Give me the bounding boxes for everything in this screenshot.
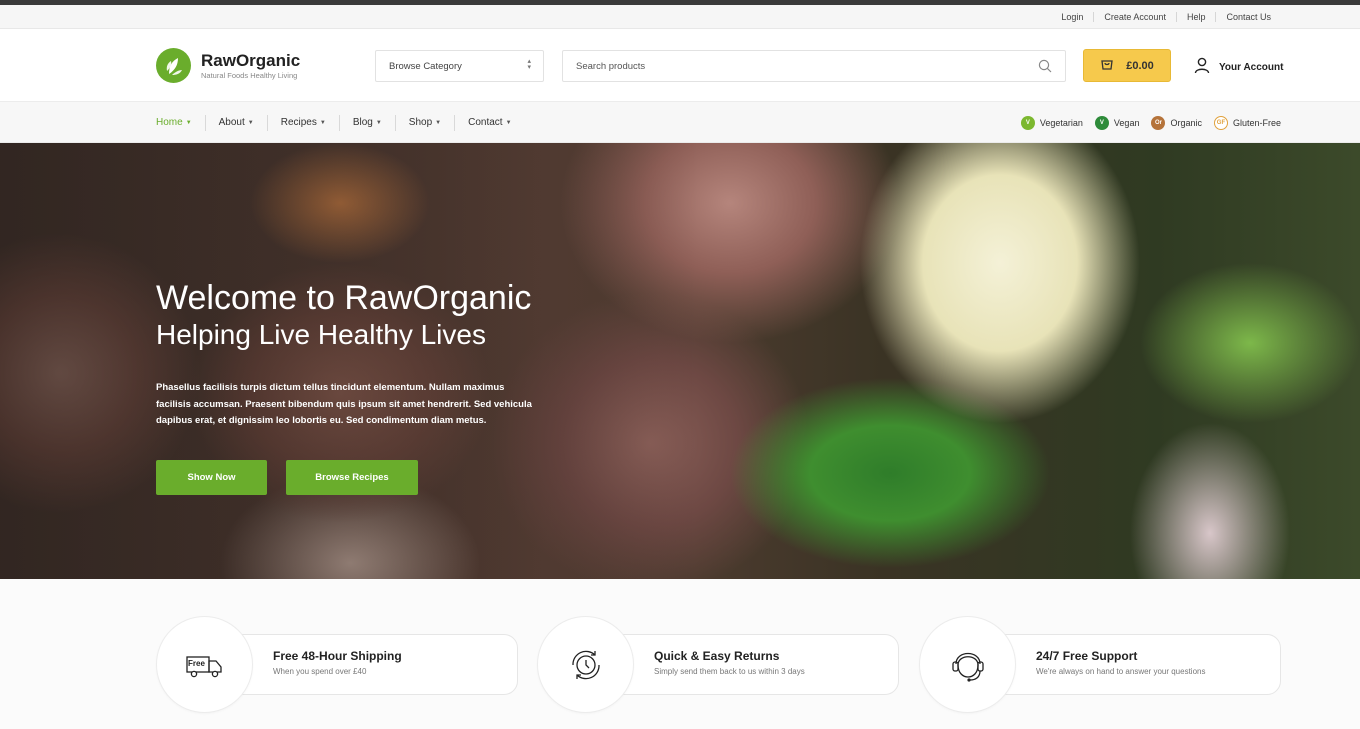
chevron-down-icon: ▼ <box>185 119 192 126</box>
browse-category-select[interactable]: Browse Category ▴ ▾ <box>375 50 544 82</box>
feature-returns: Quick & Easy Returns Simply send them ba… <box>537 616 899 713</box>
hero-banner: Welcome to RawOrganic Helping Live Healt… <box>0 143 1360 579</box>
chevron-down-icon: ▼ <box>505 119 512 126</box>
feature-desc: We're always on hand to answer your ques… <box>1036 667 1206 676</box>
diet-filter-gluten-free[interactable]: GF Gluten-Free <box>1213 115 1281 130</box>
browse-recipes-button[interactable]: Browse Recipes <box>286 460 418 495</box>
main-nav: Home ▼ About ▼ Recipes ▼ Blog ▼ Shop ▼ Contac… <box>0 102 1360 143</box>
login-link[interactable]: Login <box>1051 12 1093 22</box>
nav-menu: Home ▼ About ▼ Recipes ▼ Blog ▼ Shop ▼ Contac… <box>156 102 525 143</box>
utility-links: Login Create Account Help Contact Us <box>1051 5 1281 29</box>
account-link[interactable]: Your Account <box>1194 57 1283 77</box>
diet-filter-organic[interactable]: Or Organic <box>1151 115 1202 130</box>
diet-filter-vegetarian[interactable]: V Vegetarian <box>1020 115 1083 130</box>
leaf-logo-icon <box>156 48 191 83</box>
contact-us-link[interactable]: Contact Us <box>1215 12 1281 22</box>
organic-badge-icon: Or <box>1151 115 1166 130</box>
feature-desc: Simply send them back to us within 3 day… <box>654 667 805 676</box>
nav-item-home[interactable]: Home ▼ <box>156 115 205 131</box>
cart-button[interactable]: £0.00 <box>1083 49 1171 82</box>
hero-overlay <box>0 143 700 579</box>
feature-title: Free 48-Hour Shipping <box>273 649 402 663</box>
hero-text: Phasellus facilisis turpis dictum tellus… <box>156 382 532 426</box>
feature-desc: When you spend over £40 <box>273 667 367 676</box>
account-label: Your Account <box>1219 61 1284 73</box>
support-headset-icon <box>919 616 1016 713</box>
search-input[interactable] <box>563 52 1003 80</box>
help-link[interactable]: Help <box>1175 12 1216 22</box>
diet-filter-vegan[interactable]: V Vegan <box>1094 115 1139 130</box>
select-arrows-icon: ▴ ▾ <box>527 58 531 71</box>
feature-support: 24/7 Free Support We're always on hand t… <box>919 616 1281 713</box>
cart-total: £0.00 <box>1126 59 1154 72</box>
diet-filters: V Vegetarian V Vegan Or Organic GF Glute… <box>1020 102 1281 143</box>
chevron-down-icon: ▼ <box>375 119 382 126</box>
free-delivery-truck-icon: Free <box>156 616 253 713</box>
cart-icon <box>1100 57 1114 74</box>
hero-subtitle: Helping Live Healthy Lives <box>156 319 486 350</box>
search-icon[interactable] <box>1038 59 1052 78</box>
nav-item-blog[interactable]: Blog ▼ <box>338 114 395 131</box>
logo[interactable]: RawOrganic Natural Foods Healthy Living <box>156 48 300 83</box>
vegan-badge-icon: V <box>1094 115 1109 130</box>
utility-bar: Login Create Account Help Contact Us <box>0 5 1360 29</box>
vegetarian-badge-icon: V <box>1020 115 1035 130</box>
feature-title: 24/7 Free Support <box>1036 649 1138 663</box>
hero-title: Welcome to RawOrganic <box>156 279 532 317</box>
nav-item-contact[interactable]: Contact ▼ <box>454 114 524 131</box>
brand-tagline: Natural Foods Healthy Living <box>201 70 298 80</box>
user-icon <box>1194 57 1210 77</box>
product-search <box>562 50 1066 82</box>
feature-title: Quick & Easy Returns <box>654 649 780 663</box>
feature-shipping: Free Free 48-Hour Shipping When you spen… <box>156 616 518 713</box>
site-header: RawOrganic Natural Foods Healthy Living … <box>0 29 1360 102</box>
nav-item-recipes[interactable]: Recipes ▼ <box>266 114 339 131</box>
returns-clock-icon <box>537 616 634 713</box>
category-select-value: Browse Category <box>389 60 462 72</box>
svg-text:Free: Free <box>188 659 205 668</box>
gluten-free-badge-icon: GF <box>1213 115 1228 130</box>
chevron-down-icon: ▼ <box>435 119 442 126</box>
create-account-link[interactable]: Create Account <box>1093 12 1176 22</box>
chevron-down-icon: ▼ <box>319 119 326 126</box>
brand-name: RawOrganic <box>201 50 301 70</box>
chevron-down-icon: ▼ <box>247 119 254 126</box>
nav-item-about[interactable]: About ▼ <box>204 114 267 131</box>
nav-item-shop[interactable]: Shop ▼ <box>394 114 454 131</box>
features-strip: Free Free 48-Hour Shipping When you spen… <box>0 579 1360 729</box>
show-now-button[interactable]: Show Now <box>156 460 267 495</box>
